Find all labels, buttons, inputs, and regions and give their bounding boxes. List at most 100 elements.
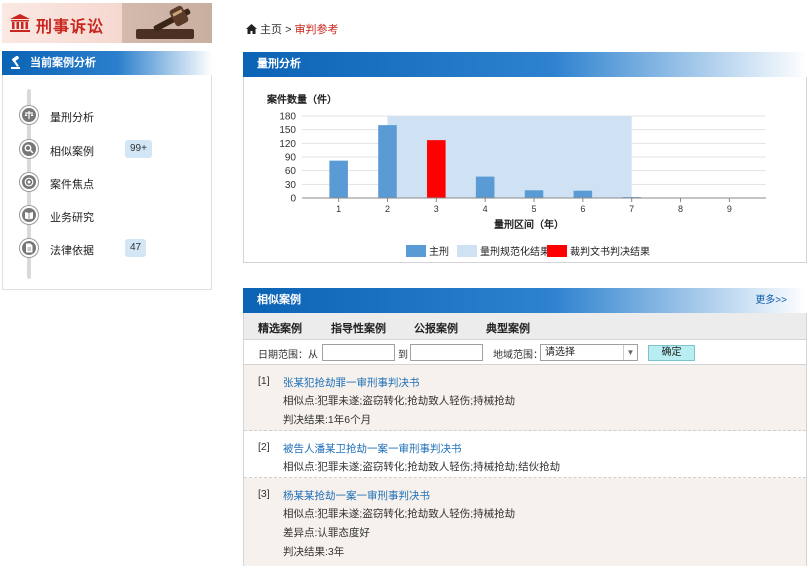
app-banner: 刑事诉讼 — [2, 3, 212, 43]
case-item: [1] 张某犯抢劫罪一审刑事判决书 相似点:犯罪未遂;盗窃转化;抢劫致人轻伤;持… — [244, 365, 806, 431]
chart-x-tick-label: 7 — [629, 204, 634, 214]
legend-label: 裁判文书判决结果 — [570, 245, 650, 258]
chart-range-band-area — [387, 116, 632, 198]
sidebar-item-label: 法律依据 — [50, 245, 94, 257]
region-select[interactable]: 请选择 ▼ — [540, 344, 638, 361]
date-to-label: 到 — [398, 350, 408, 361]
region-label: 地域范围： — [493, 350, 543, 361]
sidebar-item-legal-basis[interactable]: 法律依据 47 — [17, 238, 207, 260]
case-filter-bar: 日期范围：从 到 地域范围： 请选择 ▼ 确定 — [244, 340, 806, 365]
sidebar-item-business-research[interactable]: 业务研究 — [17, 205, 207, 227]
case-similarity: 相似点:犯罪未遂;盗窃转化;抢劫致人轻伤;持械抢劫 — [283, 395, 516, 407]
chart-bar — [573, 190, 593, 198]
chart-y-tick-label: 0 — [290, 194, 296, 205]
magnify-icon — [20, 140, 38, 158]
date-from-input[interactable] — [322, 344, 395, 361]
region-select-value: 请选择 — [545, 347, 575, 358]
chart-y-tick-label: 180 — [279, 112, 296, 123]
sentencing-chart-panel: 案件数量（件） 180 150 120 90 60 30 0 1 2 3 4 5 6 7 8 9 量刑区间（… — [243, 77, 807, 263]
app-title: 刑事诉讼 — [36, 17, 105, 36]
chart-xlabel: 量刑区间（年） — [494, 218, 564, 231]
sidebar-item-label: 案件焦点 — [50, 179, 94, 191]
courthouse-icon — [10, 14, 30, 32]
document-icon — [20, 239, 38, 257]
case-title-link[interactable]: 杨某某抢劫一案一审刑事判决书 — [283, 488, 430, 503]
chart-bar — [378, 125, 397, 198]
count-badge: 99+ — [125, 140, 152, 158]
chart-x-tick-label: 8 — [678, 204, 683, 214]
case-item: [3] 杨某某抢劫一案一审刑事判决书 相似点:犯罪未遂;盗窃转化;抢劫致人轻伤;… — [244, 478, 806, 566]
more-link[interactable]: 更多>> — [755, 288, 787, 313]
chart-ylabel: 案件数量（件） — [266, 93, 337, 106]
similar-cases-panel: 精选案例 指导性案例 公报案例 典型案例 日期范围：从 到 地域范围： 请选择 … — [243, 313, 807, 566]
sidebar-item-label: 量刑分析 — [50, 112, 94, 124]
chart-y-tick-label: 30 — [285, 180, 297, 191]
tab-typical-cases[interactable]: 典型案例 — [486, 320, 530, 336]
chevron-down-icon: ▼ — [623, 345, 637, 360]
chart-bar — [524, 190, 544, 198]
chart-y-ticks: 180 150 120 90 60 30 0 — [279, 112, 296, 205]
case-similarity: 相似点:犯罪未遂;盗窃转化;抢劫致人轻伤;持械抢劫 — [283, 508, 516, 520]
panel-title: 量刑分析 — [257, 58, 301, 70]
breadcrumb: 主页 > 审判参考 — [246, 21, 339, 37]
legend-label: 主刑 — [429, 245, 449, 258]
chart-range-band — [387, 116, 632, 198]
legend-label: 量刑规范化结果 — [480, 245, 550, 258]
breadcrumb-current: 审判参考 — [294, 24, 339, 36]
sidebar-item-sentencing-analysis[interactable]: 量刑分析 — [17, 105, 207, 127]
sidebar-item-similar-cases[interactable]: 相似案例 99+ — [17, 139, 207, 161]
case-number: [2] — [258, 441, 270, 453]
book-icon — [20, 206, 38, 224]
similar-cases-panel-header: 相似案例 更多>> — [243, 288, 807, 313]
chart-bar — [475, 176, 495, 198]
date-range-label: 日期范围：从 — [258, 350, 318, 361]
case-difference: 差异点:认罪态度好 — [283, 527, 370, 539]
case-number: [1] — [258, 375, 270, 387]
chart-x-tick-label: 4 — [483, 204, 488, 214]
date-to-input[interactable] — [410, 344, 483, 361]
chart-x-tick-label: 5 — [531, 204, 536, 214]
legend-swatch — [547, 245, 567, 257]
chart-x-ticks: 1 2 3 4 5 6 7 8 9 — [336, 198, 732, 214]
case-similarity: 相似点:犯罪未遂;盗窃转化;抢劫致人轻伤;持械抢劫;结伙抢劫 — [283, 461, 561, 473]
chart-y-tick-label: 60 — [285, 166, 297, 177]
sidebar-item-case-focus[interactable]: 案件焦点 — [17, 172, 207, 194]
case-title-link[interactable]: 被告人潘某卫抢劫一案一审刑事判决书 — [283, 441, 462, 456]
sidebar-header-label: 当前案例分析 — [30, 57, 96, 69]
tab-guiding-cases[interactable]: 指导性案例 — [331, 320, 386, 336]
count-badge: 47 — [125, 239, 147, 257]
case-title-link[interactable]: 张某犯抢劫罪一审刑事判决书 — [283, 375, 420, 390]
legend-swatch — [457, 245, 477, 257]
case-number: [3] — [258, 488, 270, 500]
case-item: [2] 被告人潘某卫抢劫一案一审刑事判决书 相似点:犯罪未遂;盗窃转化;抢劫致人… — [244, 431, 806, 478]
sentencing-panel-header: 量刑分析 — [243, 52, 807, 77]
chart-y-tick-label: 90 — [285, 153, 297, 164]
home-icon[interactable] — [246, 24, 257, 34]
tab-gazette-cases[interactable]: 公报案例 — [414, 320, 458, 336]
chart-x-tick-label: 6 — [580, 204, 585, 214]
case-tabs: 精选案例 指导性案例 公报案例 典型案例 — [244, 313, 806, 340]
chart-x-tick-label: 3 — [434, 204, 439, 214]
chart-y-tick-label: 150 — [279, 125, 296, 136]
sidebar-header: 当前案例分析 — [2, 51, 212, 75]
chart-x-tick-label: 2 — [385, 204, 390, 214]
chart-legend: 主刑 量刑规范化结果 裁判文书判决结果 — [406, 245, 650, 258]
legend-swatch — [406, 245, 426, 257]
tab-selected-cases[interactable]: 精选案例 — [258, 320, 302, 336]
chart-y-tick-label: 120 — [279, 139, 296, 150]
scale-icon — [20, 106, 38, 124]
confirm-button[interactable]: 确定 — [648, 345, 695, 361]
panel-title: 相似案例 — [257, 294, 301, 306]
chart-x-tick-label: 9 — [727, 204, 732, 214]
breadcrumb-home[interactable]: 主页 — [260, 24, 282, 36]
gavel-image — [122, 3, 212, 43]
case-result: 判决结果:1年6个月 — [283, 414, 372, 426]
sentencing-bar-chart: 案件数量（件） 180 150 120 90 60 30 0 1 2 3 4 5 6 7 8 9 量刑区间（… — [266, 93, 766, 258]
breadcrumb-separator: > — [285, 24, 292, 36]
chart-x-tick-label: 1 — [336, 204, 341, 214]
chart-bar — [329, 160, 348, 198]
case-result: 判决结果:3年 — [283, 546, 345, 558]
target-icon — [20, 173, 38, 191]
sidebar-panel: 量刑分析 相似案例 99+ 案件焦点 业务研究 法律依据 47 — [2, 75, 212, 290]
sidebar-item-label: 业务研究 — [50, 212, 94, 224]
